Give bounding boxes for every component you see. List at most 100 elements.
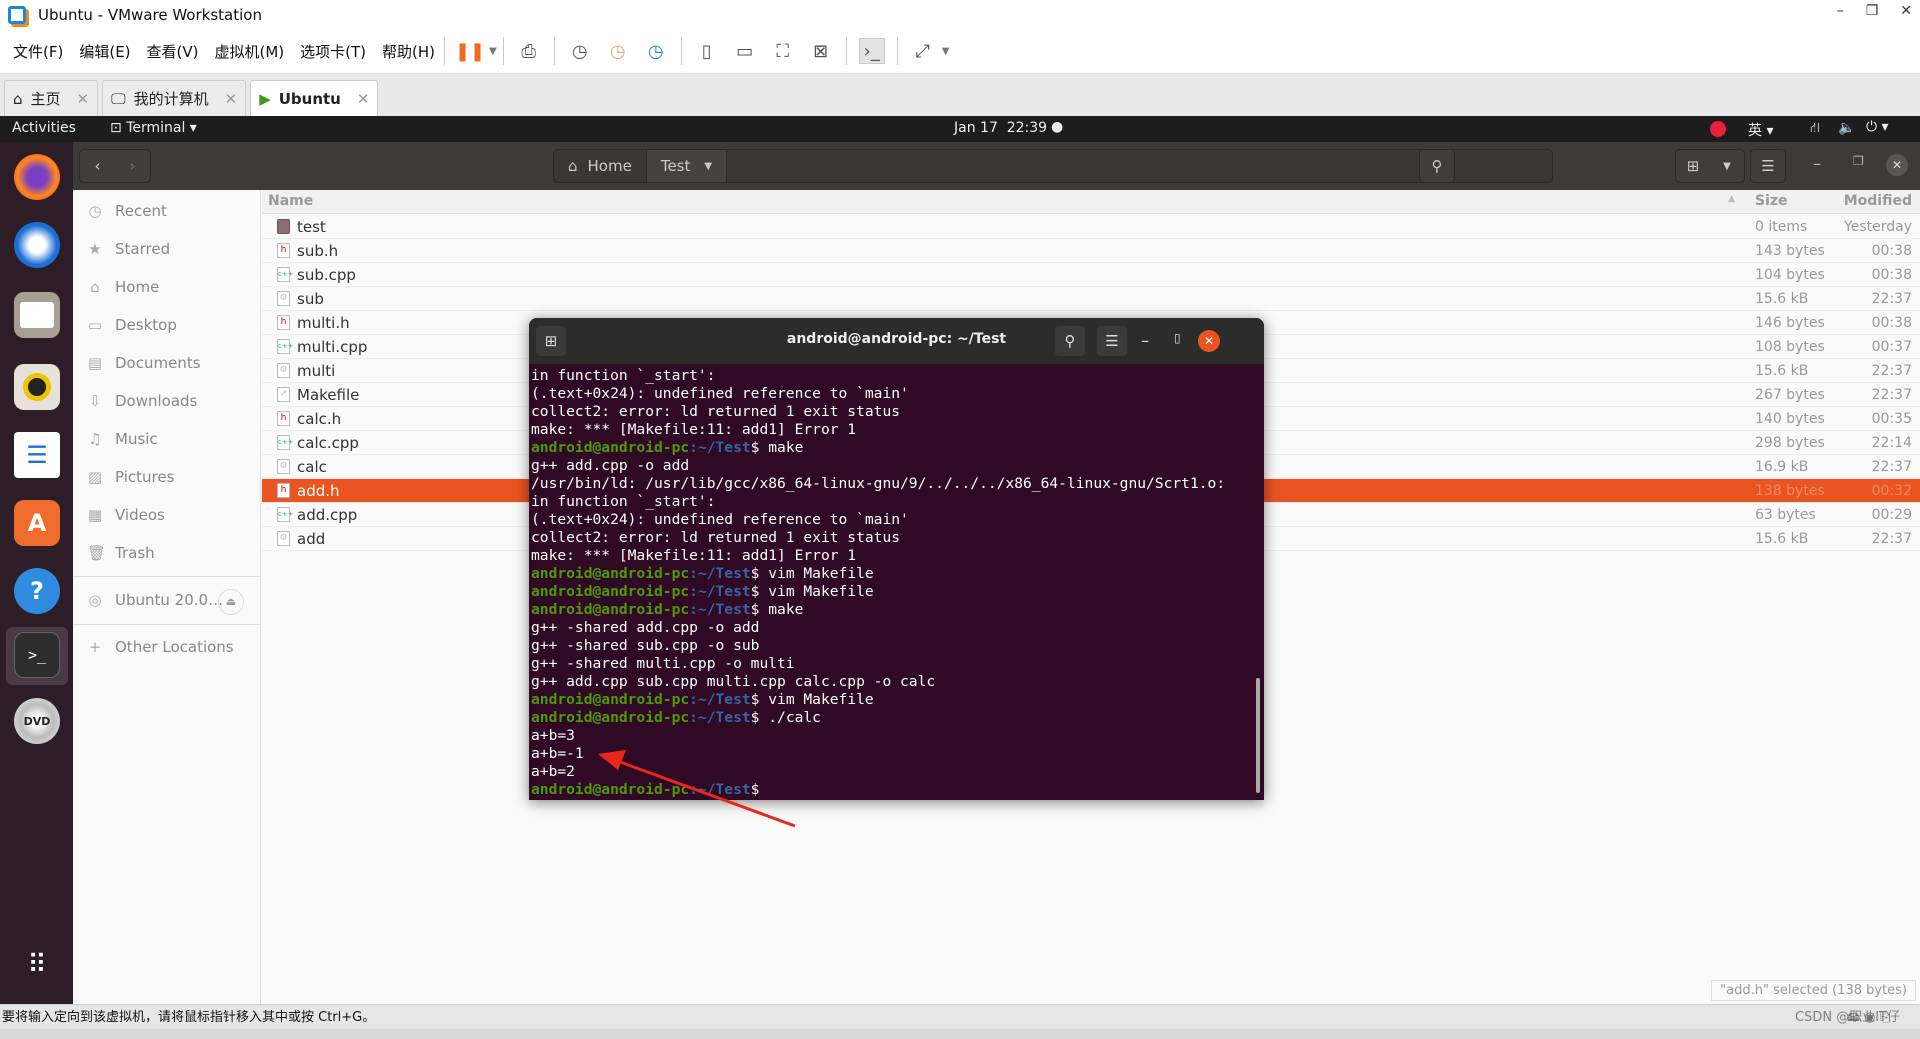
file-name: add bbox=[297, 530, 326, 548]
terminal-line: android@android-pc:~/Test$ make bbox=[531, 439, 804, 456]
column-size[interactable]: Size bbox=[1755, 193, 1788, 209]
terminal-line: /usr/bin/ld: /usr/lib/gcc/x86_64-linux-g… bbox=[531, 475, 1226, 492]
tab-home[interactable]: ⌂ 主页 ✕ bbox=[4, 80, 99, 116]
file-name: multi.cpp bbox=[297, 338, 368, 356]
snapshot-manager-icon[interactable]: ◷ bbox=[643, 38, 669, 64]
forward-button[interactable]: › bbox=[115, 157, 150, 175]
list-header: Name ▲ Size Modified bbox=[262, 190, 1920, 214]
sidebar-item-documents[interactable]: ▤ Documents bbox=[87, 354, 201, 372]
do-not-disturb-icon[interactable] bbox=[1710, 121, 1726, 137]
close-tab-icon[interactable]: ✕ bbox=[225, 90, 238, 108]
thumbnail-bar-icon[interactable]: ▭ bbox=[732, 38, 758, 64]
file-row[interactable]: c++ sub.cpp 104 bytes 00:38 bbox=[262, 263, 1920, 287]
sidebar-item-device[interactable]: ◎ Ubuntu 20.0… bbox=[87, 591, 223, 609]
pause-icon[interactable]: ❚❚ bbox=[455, 38, 485, 64]
sidebar-item-home[interactable]: ⌂ Home bbox=[87, 278, 159, 296]
menu-tabs[interactable]: 选项卡(T) bbox=[300, 41, 366, 62]
sidebar-item-starred[interactable]: ★ Starred bbox=[87, 240, 170, 258]
snapshot-icon[interactable]: ◷ bbox=[567, 38, 593, 64]
firefox-icon[interactable] bbox=[14, 154, 60, 200]
file-modified: Yesterday bbox=[1844, 219, 1912, 235]
close-button[interactable]: ✕ bbox=[1198, 330, 1220, 352]
sidebar-item-videos[interactable]: ▦ Videos bbox=[87, 506, 165, 524]
menu-file[interactable]: 文件(F) bbox=[13, 41, 63, 62]
libreoffice-writer-icon[interactable]: ☰ bbox=[14, 432, 60, 478]
close-tab-icon[interactable]: ✕ bbox=[357, 90, 370, 108]
sidebar-item-other-locations[interactable]: + Other Locations bbox=[87, 638, 234, 656]
revert-snapshot-icon[interactable]: ◷ bbox=[605, 38, 631, 64]
restore-button[interactable]: ❐ bbox=[1866, 3, 1879, 19]
tab-ubuntu[interactable]: ▶ Ubuntu ✕ bbox=[250, 80, 379, 116]
sidebar-item-recent[interactable]: ◷ Recent bbox=[87, 202, 166, 220]
stretch-icon[interactable]: ⤢ bbox=[910, 38, 936, 64]
help-icon[interactable]: ? bbox=[14, 568, 60, 614]
close-tab-icon[interactable]: ✕ bbox=[77, 90, 90, 108]
terminal-menu-button[interactable]: ☰ bbox=[1097, 326, 1127, 356]
show-applications-icon[interactable]: ⠿ bbox=[14, 942, 60, 988]
column-modified[interactable]: Modified bbox=[1844, 193, 1912, 209]
search-icon: ⚲ bbox=[1064, 332, 1076, 350]
search-button[interactable]: ⚲ bbox=[1419, 149, 1455, 183]
close-button[interactable]: ✕ bbox=[1900, 3, 1912, 19]
pause-dropdown-icon[interactable]: ▼ bbox=[489, 46, 497, 57]
stretch-dropdown-icon[interactable]: ▼ bbox=[942, 46, 950, 57]
terminal-line: g++ -shared sub.cpp -o sub bbox=[531, 637, 760, 654]
files-icon[interactable] bbox=[14, 292, 60, 338]
script-file-icon: ↗ bbox=[277, 387, 290, 402]
file-row[interactable]: h sub.h 143 bytes 00:38 bbox=[262, 239, 1920, 263]
volume-icon[interactable]: 🔈 bbox=[1838, 120, 1855, 136]
minimize-button[interactable]: – bbox=[1813, 154, 1821, 173]
view-dropdown-icon[interactable]: ▼ bbox=[1710, 161, 1744, 172]
back-button[interactable]: ‹ bbox=[80, 157, 115, 175]
close-button[interactable]: ✕ bbox=[1886, 154, 1908, 176]
clock[interactable]: Jan 17 22:39 bbox=[954, 120, 1047, 136]
menu-view[interactable]: 查看(V) bbox=[147, 41, 199, 62]
tab-my-computer[interactable]: 🖵 我的计算机 ✕ bbox=[102, 80, 247, 116]
path-home[interactable]: ⌂ Home bbox=[554, 150, 647, 182]
thunderbird-icon[interactable] bbox=[14, 222, 60, 268]
column-name[interactable]: Name bbox=[268, 193, 313, 209]
file-row[interactable]: ⚙ sub 15.6 kB 22:37 bbox=[262, 287, 1920, 311]
input-method-indicator[interactable]: 英 ▾ bbox=[1748, 120, 1773, 140]
network-icon[interactable]: ⛙ bbox=[1810, 120, 1820, 138]
terminal-app-menu[interactable]: ⊡ Terminal ▾ bbox=[110, 120, 197, 136]
terminal-search-button[interactable]: ⚲ bbox=[1055, 326, 1085, 356]
terminal-window[interactable]: ⊞ android@android-pc: ~/Test ⚲ ☰ – ▯ ✕ i… bbox=[529, 318, 1264, 800]
menu-vm[interactable]: 虚拟机(M) bbox=[215, 41, 285, 62]
menu-edit[interactable]: 编辑(E) bbox=[79, 41, 130, 62]
rhythmbox-icon[interactable] bbox=[14, 364, 60, 410]
power-icon[interactable]: ⏻ ▾ bbox=[1866, 119, 1889, 135]
minimize-button[interactable]: – bbox=[1837, 3, 1844, 19]
sidebar-item-downloads[interactable]: ⇩ Downloads bbox=[87, 392, 198, 410]
eject-button[interactable]: ⏏ bbox=[218, 589, 244, 615]
minimize-button[interactable]: – bbox=[1141, 331, 1149, 350]
restore-button[interactable]: ❐ bbox=[1853, 154, 1864, 168]
terminal-line: a+b=2 bbox=[531, 763, 575, 780]
grid-view-icon[interactable]: ⊞ bbox=[1676, 157, 1710, 175]
full-screen-icon[interactable]: ⛶ bbox=[770, 38, 796, 64]
sidebar-item-desktop[interactable]: ▭ Desktop bbox=[87, 316, 177, 334]
cpp-file-icon: c++ bbox=[277, 339, 294, 354]
terminal-scrollbar[interactable] bbox=[1256, 678, 1260, 793]
maximize-button[interactable]: ▯ bbox=[1174, 331, 1181, 345]
menu-help[interactable]: 帮助(H) bbox=[382, 41, 435, 62]
dvd-icon[interactable]: DVD bbox=[14, 698, 60, 744]
sort-ascending-icon: ▲ bbox=[1728, 194, 1735, 204]
activities-button[interactable]: Activities bbox=[12, 120, 76, 136]
unity-icon[interactable]: ⊠ bbox=[808, 38, 834, 64]
file-name: calc.cpp bbox=[297, 434, 359, 452]
sidebar-item-music[interactable]: ♫ Music bbox=[87, 430, 157, 448]
ubuntu-software-icon[interactable]: A bbox=[14, 500, 60, 546]
sidebar-item-trash[interactable]: 🗑 Trash bbox=[87, 544, 155, 562]
terminal-output[interactable]: in function `_start': (.text+0x24): undef… bbox=[531, 367, 1225, 799]
path-test[interactable]: Test ▼ bbox=[646, 150, 728, 182]
window-title: Ubuntu - VMware Workstation bbox=[38, 5, 262, 24]
console-view-icon[interactable]: ›_ bbox=[858, 38, 885, 64]
file-row[interactable]: test 0 items Yesterday bbox=[262, 215, 1920, 239]
send-ctrl-alt-del-icon[interactable]: ⎙ bbox=[516, 38, 542, 64]
menu-button[interactable]: ☰ bbox=[1750, 149, 1786, 183]
file-size: 298 bytes bbox=[1755, 435, 1825, 451]
terminal-icon[interactable]: >_ bbox=[14, 632, 60, 678]
sidebar-item-pictures[interactable]: ▨ Pictures bbox=[87, 468, 175, 486]
library-view-icon[interactable]: ▯ bbox=[694, 38, 720, 64]
